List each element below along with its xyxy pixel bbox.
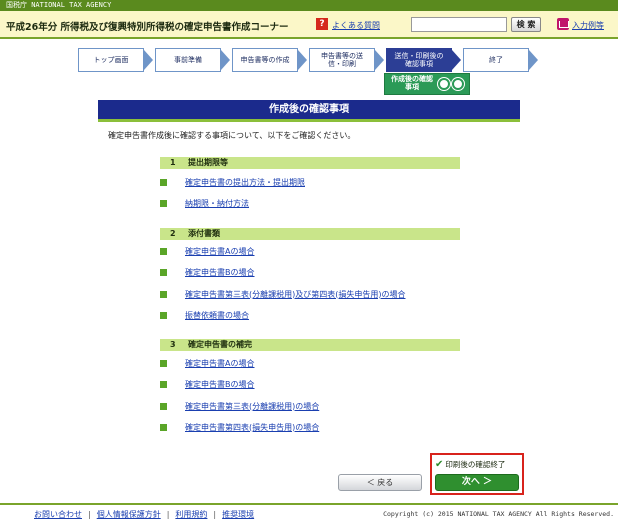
bullet-icon — [160, 178, 167, 186]
bullet-icon — [160, 311, 167, 319]
step-label: 申告書等の送信・印刷 — [321, 52, 363, 68]
list-item[interactable]: 確定申告書第三表(分離課税用)及び第四表(損失申告用)の場合 — [160, 288, 405, 300]
divider: | — [166, 510, 170, 519]
faq-link[interactable]: よくある質問 — [332, 20, 380, 31]
step-label: 終了 — [489, 56, 503, 64]
list-item[interactable]: 確定申告書第四表(損失申告用)の場合 — [160, 421, 319, 433]
step-label: トップ画面 — [93, 56, 129, 64]
group-number: 1 — [170, 158, 176, 167]
confirm-label-row: ✔ 印刷後の確認終了 — [435, 458, 519, 471]
terms-link[interactable]: 利用規約 — [175, 510, 207, 519]
arrow-right-icon — [221, 50, 230, 70]
link-text[interactable]: 確定申告書Bの場合 — [185, 267, 255, 278]
bullet-icon — [160, 268, 167, 276]
divider: | — [88, 510, 91, 519]
step-create: 申告書等の作成 — [232, 48, 298, 72]
arrow-right-icon — [375, 50, 384, 70]
group-header-supplement: 3 確定申告書の補完 — [160, 339, 460, 351]
step-label: 事前準備 — [174, 56, 202, 64]
search-input[interactable] — [411, 17, 507, 32]
list-item[interactable]: 納期限・納付方法 — [160, 197, 249, 209]
list-item[interactable]: 振替依頼書の場合 — [160, 309, 249, 321]
group-number: 3 — [170, 340, 176, 349]
arrow-right-icon — [144, 50, 153, 70]
step-label: 申告書等の作成 — [240, 56, 290, 64]
footer-links: お問い合わせ | 個人情報保護方針 | 利用規約 | 推奨環境 — [34, 509, 254, 520]
input-example-link[interactable]: 入力例等 — [572, 20, 604, 31]
bullet-icon — [160, 423, 167, 431]
link-text[interactable]: 確定申告書第三表(分離課税用)及び第四表(損失申告用)の場合 — [185, 289, 405, 300]
section-title: 作成後の確認事項 — [98, 100, 520, 122]
privacy-link[interactable]: 個人情報保護方針 — [97, 510, 161, 519]
agency-banner: 国税庁 NATIONAL TAX AGENCY — [0, 0, 618, 11]
copyright: Copyright (c) 2015 NATIONAL TAX AGENCY A… — [383, 510, 614, 518]
intro-text: 確定申告書作成後に確認する事項について、以下をご確認ください。 — [108, 131, 356, 140]
link-text[interactable]: 確定申告書第四表(損失申告用)の場合 — [185, 422, 319, 433]
group-number: 2 — [170, 229, 176, 238]
substep-indicator: 作成後の確認事項 — [384, 73, 470, 95]
list-item[interactable]: 確定申告書の提出方法・提出期限 — [160, 176, 305, 188]
list-item[interactable]: 確定申告書Aの場合 — [160, 357, 254, 369]
progress-circle-icon — [452, 78, 464, 90]
progress-steps: トップ画面 事前準備 申告書等の作成 申告書等の送信・印刷 送信・印刷後の確認事… — [0, 48, 618, 98]
link-text[interactable]: 確定申告書Aの場合 — [185, 358, 254, 369]
contact-link[interactable]: お問い合わせ — [34, 510, 82, 519]
step-finish: 終了 — [463, 48, 529, 72]
step-label: 送信・印刷後の確認事項 — [394, 52, 444, 68]
confirm-highlight: ✔ 印刷後の確認終了 次へ ＞ — [430, 453, 524, 495]
step-send-print: 申告書等の送信・印刷 — [309, 48, 375, 72]
link-text[interactable]: 確定申告書の提出方法・提出期限 — [185, 177, 305, 188]
arrow-right-icon — [529, 50, 538, 70]
substep-label: 作成後の確認事項 — [388, 75, 436, 93]
link-text[interactable]: 確定申告書Bの場合 — [185, 379, 255, 390]
step-top-screen: トップ画面 — [78, 48, 144, 72]
question-icon[interactable]: ? — [316, 18, 328, 30]
group-title: 添付書類 — [188, 229, 220, 238]
book-icon[interactable] — [557, 18, 569, 30]
list-item[interactable]: 確定申告書第三表(分離課税用)の場合 — [160, 400, 319, 412]
bullet-icon — [160, 402, 167, 410]
arrow-right-icon — [452, 50, 461, 70]
progress-circle-icon — [438, 78, 450, 90]
next-button[interactable]: 次へ ＞ — [435, 474, 519, 491]
footer: お問い合わせ | 個人情報保護方針 | 利用規約 | 推奨環境 Copyright (c) … — [0, 503, 618, 523]
step-after-confirm: 送信・印刷後の確認事項 — [386, 48, 452, 72]
environment-link[interactable]: 推奨環境 — [222, 510, 254, 519]
bullet-icon — [160, 290, 167, 298]
group-title: 確定申告書の補完 — [188, 340, 252, 349]
list-item[interactable]: 確定申告書Bの場合 — [160, 266, 255, 278]
page-header: 平成26年分 所得税及び復興特別所得税の確定申告書作成コーナー ? よくある質問… — [0, 11, 618, 39]
search-button[interactable]: 検 索 — [511, 17, 541, 32]
bullet-icon — [160, 380, 167, 388]
back-button[interactable]: ＜ 戻る — [338, 474, 422, 491]
checkmark-icon: ✔ — [435, 459, 444, 470]
bullet-icon — [160, 199, 167, 207]
link-text[interactable]: 確定申告書Aの場合 — [185, 246, 254, 257]
group-header-deadline: 1 提出期限等 — [160, 157, 460, 169]
divider: | — [213, 510, 217, 519]
page-title: 平成26年分 所得税及び復興特別所得税の確定申告書作成コーナー — [6, 22, 289, 33]
link-text[interactable]: 確定申告書第三表(分離課税用)の場合 — [185, 401, 319, 412]
link-text[interactable]: 振替依頼書の場合 — [185, 310, 249, 321]
arrow-right-icon — [298, 50, 307, 70]
bullet-icon — [160, 359, 167, 367]
list-item[interactable]: 確定申告書Bの場合 — [160, 378, 255, 390]
list-item[interactable]: 確定申告書Aの場合 — [160, 245, 254, 257]
bullet-icon — [160, 247, 167, 255]
step-preparation: 事前準備 — [155, 48, 221, 72]
confirm-label: 印刷後の確認終了 — [445, 460, 506, 469]
group-header-attachments: 2 添付書類 — [160, 228, 460, 240]
group-title: 提出期限等 — [188, 158, 228, 167]
link-text[interactable]: 納期限・納付方法 — [185, 198, 249, 209]
